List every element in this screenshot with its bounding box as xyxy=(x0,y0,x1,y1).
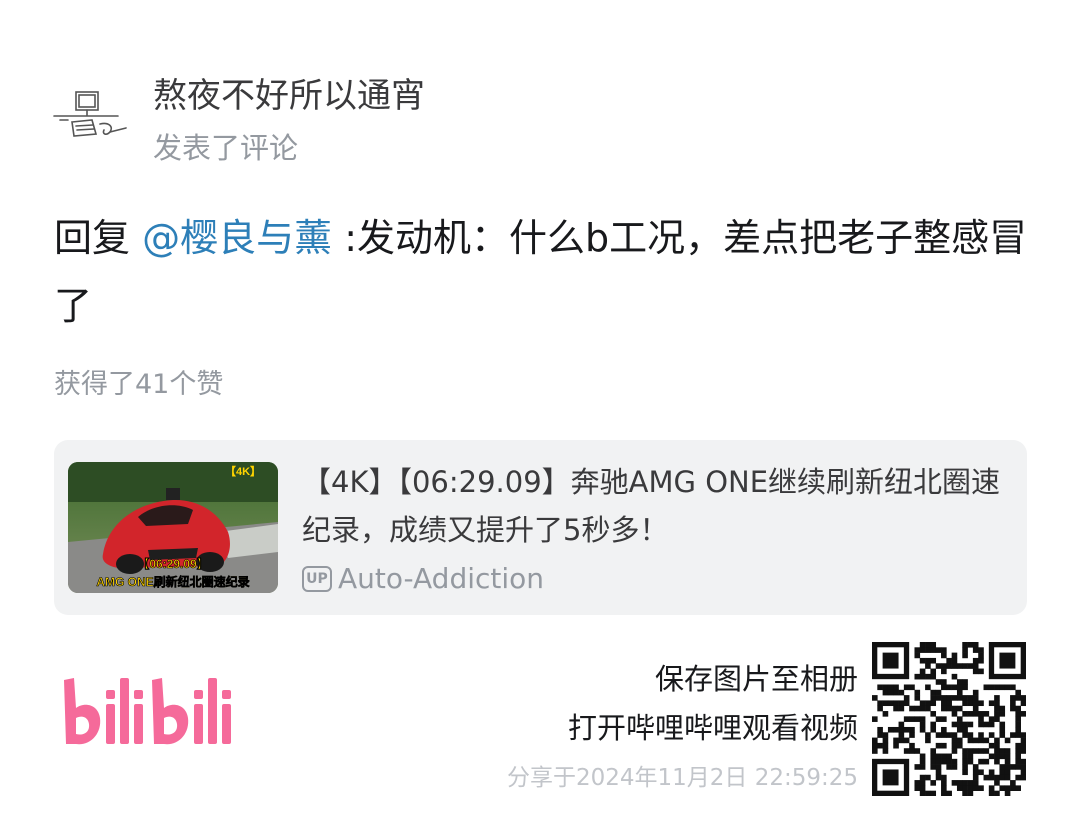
video-title[interactable]: 【4K】【06:29.09】奔驰AMG ONE继续刷新纽北圈速纪录，成绩又提升了… xyxy=(302,458,1002,554)
thumbnail-badge: 【4K】 xyxy=(225,465,261,478)
username[interactable]: 熬夜不好所以通宵 xyxy=(153,68,425,117)
up-badge-icon: UP xyxy=(302,565,332,592)
action-label: 发表了评论 xyxy=(153,131,299,165)
video-card[interactable]: 【4K】 【06:29.09】 AMG ONE刷新纽北圈速纪录 【4K】【06:… xyxy=(54,440,1027,615)
save-to-album-text: 保存图片至相册 xyxy=(654,662,858,696)
computer-sketch-avatar-icon xyxy=(53,91,127,137)
thumbnail-caption: AMG ONE刷新纽北圈速纪录 xyxy=(96,574,249,589)
bilibili-logo-icon xyxy=(60,672,260,767)
reply-prefix: 回复 xyxy=(54,216,143,260)
mention-link[interactable]: @樱良与薰 xyxy=(142,216,332,260)
qr-code-icon xyxy=(872,642,1027,797)
video-thumbnail[interactable]: 【4K】 【06:29.09】 AMG ONE刷新纽北圈速纪录 xyxy=(68,462,278,593)
share-timestamp: 分享于2024年11月2日 22:59:25 xyxy=(506,765,858,791)
uploader-row[interactable]: UP Auto-Addiction xyxy=(302,562,544,595)
like-count: 获得了41个赞 xyxy=(54,369,224,400)
open-app-text: 打开哔哩哔哩观看视频 xyxy=(567,711,858,745)
avatar[interactable] xyxy=(48,82,132,152)
uploader-name: Auto-Addiction xyxy=(338,562,545,595)
thumbnail-time-caption: 【06:29.09】 xyxy=(137,556,208,571)
comment-text: 回复 @樱良与薰 :发动机：什么b工况，差点把老子整感冒了 xyxy=(54,204,1034,340)
